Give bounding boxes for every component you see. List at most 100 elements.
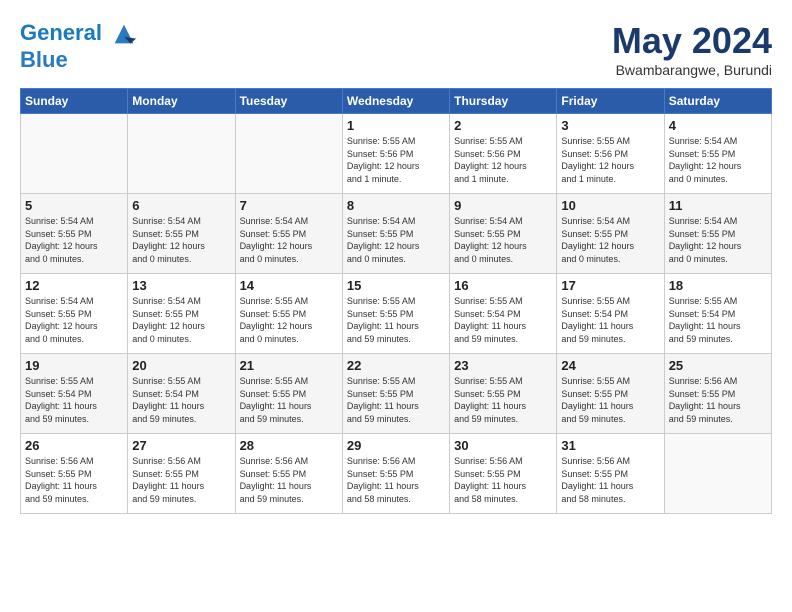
day-cell: 19Sunrise: 5:55 AM Sunset: 5:54 PM Dayli…: [21, 354, 128, 434]
day-info: Sunrise: 5:54 AM Sunset: 5:55 PM Dayligh…: [669, 215, 767, 265]
day-cell: 26 Sunrise: 5:56 AM Sunset: 5:55 PM Dayli…: [21, 434, 128, 514]
header-cell-wednesday: Wednesday: [342, 89, 449, 114]
day-cell: [128, 114, 235, 194]
day-cell: 13Sunrise: 5:54 AM Sunset: 5:55 PM Dayli…: [128, 274, 235, 354]
day-info: Sunrise: 5:54 AM Sunset: 5:55 PM Dayligh…: [132, 215, 230, 265]
day-info: Sunrise: 5:55 AM Sunset: 5:55 PM Dayligh…: [561, 375, 659, 425]
logo-text: General: [20, 20, 138, 48]
day-info: Sunrise: 5:56 AM Sunset: 5:55 PM Dayligh…: [240, 455, 338, 505]
logo-icon: [110, 20, 138, 48]
week-row-5: 26 Sunrise: 5:56 AM Sunset: 5:55 PM Dayli…: [21, 434, 772, 514]
day-info: Sunrise: 5:55 AM Sunset: 5:56 PM Dayligh…: [561, 135, 659, 185]
day-cell: 29 Sunrise: 5:56 AM Sunset: 5:55 PM Dayli…: [342, 434, 449, 514]
day-info: Sunrise: 5:55 AM Sunset: 5:54 PM Dayligh…: [669, 295, 767, 345]
day-info: Sunrise: 5:55 AM Sunset: 5:55 PM Dayligh…: [454, 375, 552, 425]
day-number: 7: [240, 198, 338, 213]
day-cell: 16 Sunrise: 5:55 AM Sunset: 5:54 PM Dayli…: [450, 274, 557, 354]
header-cell-thursday: Thursday: [450, 89, 557, 114]
week-row-4: 19 Sunrise: 5:55 AM Sunset: 5:54 PM Dayli…: [21, 354, 772, 434]
day-info: Sunrise: 5:56 AM Sunset: 5:55 PM Dayligh…: [132, 455, 230, 505]
day-cell: 6 Sunrise: 5:54 AM Sunset: 5:55 PM Daylig…: [128, 194, 235, 274]
day-number: 14: [240, 278, 338, 293]
day-number: 27: [132, 438, 230, 453]
day-number: 18: [669, 278, 767, 293]
day-info: Sunrise: 5:54 AM Sunset: 5:55 PM Dayligh…: [240, 215, 338, 265]
logo-line2: Blue: [20, 48, 138, 72]
week-row-3: 12Sunrise: 5:54 AM Sunset: 5:55 PM Dayli…: [21, 274, 772, 354]
day-cell: [235, 114, 342, 194]
day-info: Sunrise: 5:55 AM Sunset: 5:54 PM Dayligh…: [454, 295, 552, 345]
day-info: Sunrise: 5:54 AM Sunset: 5:55 PM Dayligh…: [25, 215, 123, 265]
day-info: Sunrise: 5:56 AM Sunset: 5:55 PM Dayligh…: [561, 455, 659, 505]
day-number: 6: [132, 198, 230, 213]
subtitle: Bwambarangwe, Burundi: [612, 62, 772, 78]
day-cell: 8Sunrise: 5:54 AM Sunset: 5:55 PM Daylig…: [342, 194, 449, 274]
day-cell: 18 Sunrise: 5:55 AM Sunset: 5:54 PM Dayli…: [664, 274, 771, 354]
day-number: 16: [454, 278, 552, 293]
week-row-1: 1 Sunrise: 5:55 AM Sunset: 5:56 PM Daylig…: [21, 114, 772, 194]
header-cell-tuesday: Tuesday: [235, 89, 342, 114]
title-block: May 2024 Bwambarangwe, Burundi: [612, 20, 772, 78]
day-cell: 15Sunrise: 5:55 AM Sunset: 5:55 PM Dayli…: [342, 274, 449, 354]
week-row-2: 5Sunrise: 5:54 AM Sunset: 5:55 PM Daylig…: [21, 194, 772, 274]
day-number: 17: [561, 278, 659, 293]
day-cell: 4Sunrise: 5:54 AM Sunset: 5:55 PM Daylig…: [664, 114, 771, 194]
day-cell: 11 Sunrise: 5:54 AM Sunset: 5:55 PM Dayli…: [664, 194, 771, 274]
day-cell: 14Sunrise: 5:55 AM Sunset: 5:55 PM Dayli…: [235, 274, 342, 354]
day-cell: 24 Sunrise: 5:55 AM Sunset: 5:55 PM Dayli…: [557, 354, 664, 434]
calendar-body: 1 Sunrise: 5:55 AM Sunset: 5:56 PM Daylig…: [21, 114, 772, 514]
header-cell-monday: Monday: [128, 89, 235, 114]
day-cell: 7 Sunrise: 5:54 AM Sunset: 5:55 PM Daylig…: [235, 194, 342, 274]
day-number: 19: [25, 358, 123, 373]
day-number: 28: [240, 438, 338, 453]
header-row: SundayMondayTuesdayWednesdayThursdayFrid…: [21, 89, 772, 114]
day-cell: 20 Sunrise: 5:55 AM Sunset: 5:54 PM Dayli…: [128, 354, 235, 434]
header-cell-sunday: Sunday: [21, 89, 128, 114]
day-number: 26: [25, 438, 123, 453]
day-cell: 2 Sunrise: 5:55 AM Sunset: 5:56 PM Daylig…: [450, 114, 557, 194]
day-cell: 30Sunrise: 5:56 AM Sunset: 5:55 PM Dayli…: [450, 434, 557, 514]
day-info: Sunrise: 5:55 AM Sunset: 5:55 PM Dayligh…: [240, 375, 338, 425]
day-number: 24: [561, 358, 659, 373]
day-cell: 10 Sunrise: 5:54 AM Sunset: 5:55 PM Dayli…: [557, 194, 664, 274]
page-header: General Blue May 2024 Bwambarangwe, Buru…: [20, 20, 772, 78]
day-number: 9: [454, 198, 552, 213]
day-number: 20: [132, 358, 230, 373]
logo: General Blue: [20, 20, 138, 72]
day-cell: 17 Sunrise: 5:55 AM Sunset: 5:54 PM Dayli…: [557, 274, 664, 354]
day-number: 15: [347, 278, 445, 293]
day-cell: 23 Sunrise: 5:55 AM Sunset: 5:55 PM Dayli…: [450, 354, 557, 434]
day-cell: 28 Sunrise: 5:56 AM Sunset: 5:55 PM Dayli…: [235, 434, 342, 514]
day-number: 11: [669, 198, 767, 213]
day-info: Sunrise: 5:55 AM Sunset: 5:54 PM Dayligh…: [132, 375, 230, 425]
day-info: Sunrise: 5:55 AM Sunset: 5:54 PM Dayligh…: [561, 295, 659, 345]
calendar-table: SundayMondayTuesdayWednesdayThursdayFrid…: [20, 88, 772, 514]
day-info: Sunrise: 5:54 AM Sunset: 5:55 PM Dayligh…: [454, 215, 552, 265]
day-cell: 12Sunrise: 5:54 AM Sunset: 5:55 PM Dayli…: [21, 274, 128, 354]
day-info: Sunrise: 5:56 AM Sunset: 5:55 PM Dayligh…: [347, 455, 445, 505]
day-info: Sunrise: 5:56 AM Sunset: 5:55 PM Dayligh…: [25, 455, 123, 505]
day-cell: 31Sunrise: 5:56 AM Sunset: 5:55 PM Dayli…: [557, 434, 664, 514]
header-cell-saturday: Saturday: [664, 89, 771, 114]
day-number: 21: [240, 358, 338, 373]
day-info: Sunrise: 5:54 AM Sunset: 5:55 PM Dayligh…: [669, 135, 767, 185]
day-info: Sunrise: 5:55 AM Sunset: 5:55 PM Dayligh…: [347, 375, 445, 425]
day-cell: [664, 434, 771, 514]
day-number: 23: [454, 358, 552, 373]
day-cell: 9 Sunrise: 5:54 AM Sunset: 5:55 PM Daylig…: [450, 194, 557, 274]
calendar-header: SundayMondayTuesdayWednesdayThursdayFrid…: [21, 89, 772, 114]
day-info: Sunrise: 5:55 AM Sunset: 5:56 PM Dayligh…: [454, 135, 552, 185]
day-number: 8: [347, 198, 445, 213]
day-info: Sunrise: 5:54 AM Sunset: 5:55 PM Dayligh…: [561, 215, 659, 265]
day-cell: 25Sunrise: 5:56 AM Sunset: 5:55 PM Dayli…: [664, 354, 771, 434]
day-cell: 1Sunrise: 5:55 AM Sunset: 5:56 PM Daylig…: [342, 114, 449, 194]
day-number: 12: [25, 278, 123, 293]
day-number: 2: [454, 118, 552, 133]
day-cell: 21 Sunrise: 5:55 AM Sunset: 5:55 PM Dayli…: [235, 354, 342, 434]
day-number: 10: [561, 198, 659, 213]
month-title: May 2024: [612, 20, 772, 62]
day-number: 29: [347, 438, 445, 453]
day-number: 1: [347, 118, 445, 133]
day-number: 25: [669, 358, 767, 373]
day-number: 30: [454, 438, 552, 453]
